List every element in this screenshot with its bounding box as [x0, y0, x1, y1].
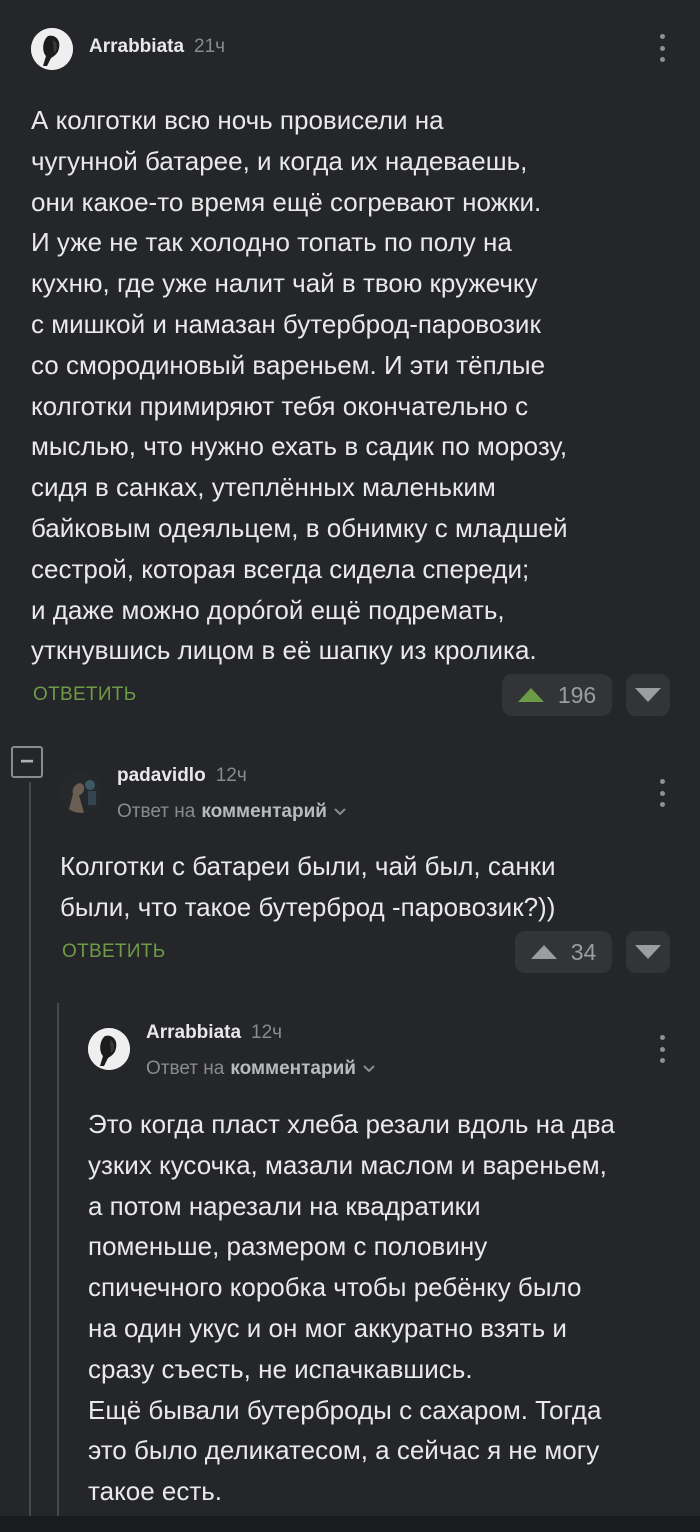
reply-to-link[interactable]: Ответ на комментарий — [146, 1058, 376, 1080]
reply-to-prefix: Ответ на — [146, 1058, 225, 1079]
reply-to-link[interactable]: Ответ на комментарий — [117, 801, 347, 823]
comment-header: Arrabbiata 12ч — [146, 1022, 282, 1044]
avatar[interactable] — [88, 1028, 130, 1070]
comment-text: А колготки всю ночь провисели на чугунно… — [31, 105, 568, 666]
reply-to-prefix: Ответ на — [117, 801, 196, 822]
vote-score: 34 — [570, 938, 597, 965]
comment-header: Arrabbiata 21ч — [89, 36, 225, 58]
avatar-image — [31, 28, 73, 70]
reply-to-target: комментарий — [201, 801, 327, 822]
username[interactable]: Arrabbiata — [146, 1022, 241, 1044]
reply-to-target: комментарий — [230, 1058, 356, 1079]
chevron-down-icon — [334, 808, 346, 816]
more-options-icon[interactable] — [657, 34, 667, 62]
chevron-down-icon — [363, 1065, 375, 1073]
comment-text: Это когда пласт хлеба резали вдоль на дв… — [88, 1109, 615, 1507]
username[interactable]: padavidlo — [117, 765, 206, 787]
bottom-bar — [0, 1516, 700, 1532]
collapse-thread-button[interactable]: − — [11, 746, 43, 778]
avatar-image — [88, 1028, 130, 1070]
comment-time: 12ч — [251, 1022, 283, 1043]
username[interactable]: Arrabbiata — [89, 36, 184, 58]
avatar-image — [60, 771, 102, 813]
comment-time: 21ч — [194, 36, 226, 57]
more-options-icon[interactable] — [657, 1035, 667, 1063]
more-options-icon[interactable] — [657, 779, 667, 807]
avatar[interactable] — [60, 771, 102, 813]
collapse-icon: − — [19, 748, 34, 775]
downvote-icon — [635, 945, 661, 959]
upvote-icon — [517, 688, 544, 702]
downvote-button[interactable] — [626, 674, 670, 716]
reply-button[interactable]: ОТВЕТИТЬ — [62, 941, 165, 963]
thread-line-nested — [57, 1003, 59, 1532]
downvote-button[interactable] — [626, 931, 670, 973]
downvote-icon — [635, 688, 661, 702]
avatar[interactable] — [31, 28, 73, 70]
reply-button[interactable]: ОТВЕТИТЬ — [33, 684, 136, 706]
comment-header: padavidlo 12ч — [117, 765, 247, 787]
upvote-icon — [530, 945, 557, 959]
upvote-button[interactable]: 34 — [515, 931, 612, 973]
thread-line — [29, 782, 31, 1532]
vote-score: 196 — [557, 681, 597, 708]
comment-time: 12ч — [215, 765, 247, 786]
upvote-button[interactable]: 196 — [502, 674, 612, 716]
comment-text: Колготки с батареи были, чай был, санки … — [60, 851, 556, 922]
